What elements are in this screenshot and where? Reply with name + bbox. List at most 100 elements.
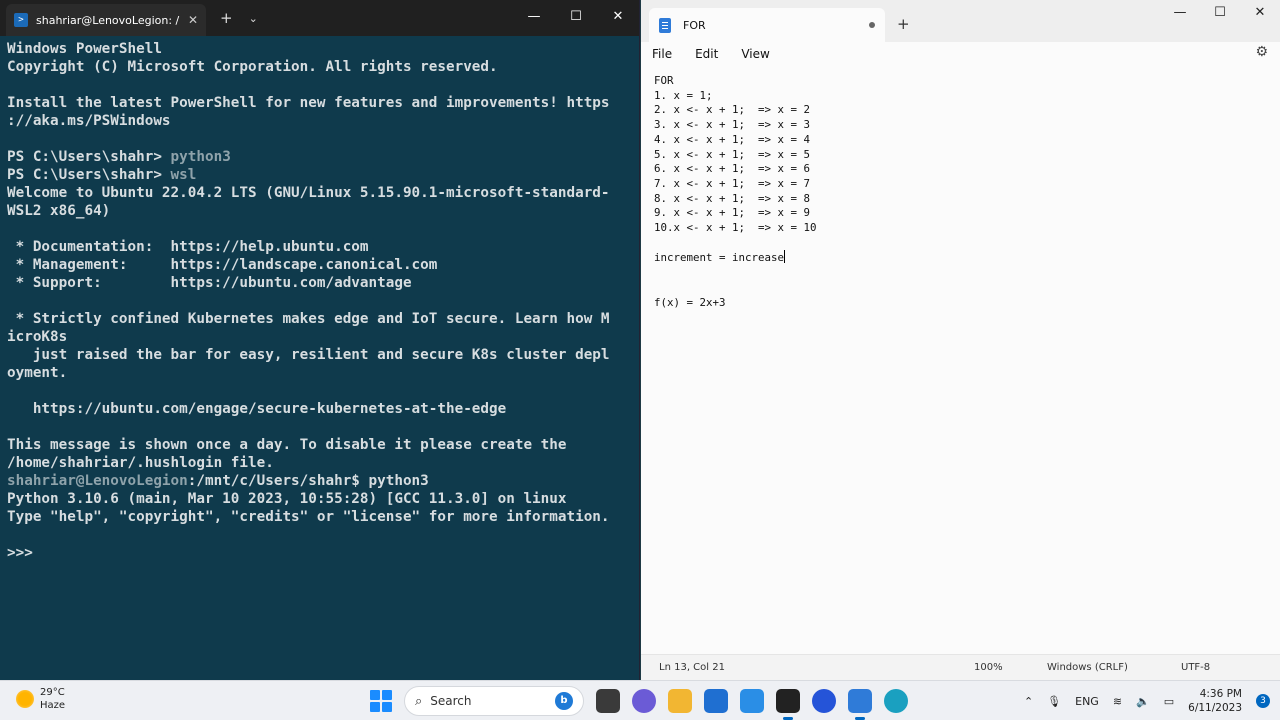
terminal-line: ://aka.ms/PSWindows <box>7 112 632 130</box>
close-button[interactable]: ✕ <box>1240 0 1280 26</box>
terminal-line: Install the latest PowerShell for new fe… <box>7 94 632 112</box>
terminal-line: * Support: https://ubuntu.com/advantage <box>7 274 632 292</box>
terminal-line: Windows PowerShell <box>7 40 632 58</box>
terminal-line-text: * Strictly confined Kubernetes makes edg… <box>7 311 610 327</box>
typed-command: python3 <box>170 149 231 165</box>
terminal-line-text: oyment. <box>7 365 68 381</box>
weather-desc: Haze <box>40 700 66 711</box>
search-icon: ⌕ <box>415 693 423 709</box>
search-box[interactable]: ⌕ Search b <box>404 686 584 716</box>
terminal-window[interactable]: > shahriar@LenovoLegion: /mn ✕ + ⌄ — ☐ ✕… <box>0 0 640 680</box>
gear-icon[interactable]: ⚙ <box>1255 44 1268 60</box>
editor-line-text: 3. x <- x + 1; => x = 3 <box>654 118 811 132</box>
terminal-tab[interactable]: > shahriar@LenovoLegion: /mn ✕ <box>6 4 206 36</box>
app-l-icon[interactable] <box>740 689 764 713</box>
editor-line: 1. x = 1; <box>654 89 1270 104</box>
chevron-up-icon[interactable]: ⌃ <box>1024 695 1033 708</box>
taskbar: 29°C Haze ⌕ Search b ⌃ 🎙 ENG ≋ 🔈 ▭ 4:36 … <box>0 680 1280 720</box>
editor-line-text: 10.x <- x + 1; => x = 10 <box>654 221 817 235</box>
bing-icon[interactable]: b <box>555 692 573 710</box>
menu-file[interactable]: File <box>652 47 672 61</box>
terminal-line <box>7 526 632 544</box>
editor-line-text: 7. x <- x + 1; => x = 7 <box>654 176 811 190</box>
editor-line: 2. x <- x + 1; => x = 2 <box>654 103 1270 118</box>
terminal-line-text: PS C:\Users\shahr> <box>7 149 171 165</box>
search-label: Search <box>430 694 472 708</box>
notepad-tab[interactable]: FOR <box>649 8 885 42</box>
terminal-line-text: * Support: https://ubuntu.com/advantage <box>7 275 412 291</box>
close-button[interactable]: ✕ <box>597 0 639 36</box>
terminal-line: This message is shown once a day. To dis… <box>7 436 632 454</box>
battery-icon[interactable]: ▭ <box>1164 695 1174 708</box>
notepad-titlebar: FOR + — ☐ ✕ <box>641 0 1280 42</box>
notepad-app-icon[interactable] <box>848 689 872 720</box>
text-caret <box>784 250 786 264</box>
editor-line <box>654 281 1270 296</box>
new-tab-button[interactable]: + <box>897 15 910 33</box>
terminal-output[interactable]: Windows PowerShell Copyright (C) Microsof… <box>0 36 639 566</box>
editor-line <box>654 236 1270 251</box>
zoom-icon[interactable] <box>812 689 836 713</box>
editor-line-text: 1. x = 1; <box>654 88 713 102</box>
menu-view[interactable]: View <box>741 47 769 61</box>
maximize-button[interactable]: ☐ <box>555 0 597 36</box>
terminal-line-text: :/mnt/c/Users/shahr$ python3 <box>187 473 429 489</box>
terminal-line: WSL2 x86_64) <box>7 202 632 220</box>
terminal-app-icon[interactable] <box>776 689 800 720</box>
editor-line-text: FOR <box>654 74 674 87</box>
wifi-icon[interactable]: ≋ <box>1113 695 1122 708</box>
start-button[interactable] <box>370 690 392 712</box>
language-indicator[interactable]: ENG <box>1075 695 1099 708</box>
terminal-line-text: * Documentation: https://help.ubuntu.com <box>7 239 369 255</box>
clock[interactable]: 4:36 PM 6/11/2023 <box>1188 687 1242 715</box>
microphone-icon[interactable]: 🎙 <box>1047 695 1061 708</box>
terminal-line: Copyright (C) Microsoft Corporation. All… <box>7 58 632 76</box>
terminal-line: icroK8s <box>7 328 632 346</box>
terminal-line: Welcome to Ubuntu 22.04.2 LTS (GNU/Linux… <box>7 184 632 202</box>
terminal-line-text: * Management: https://landscape.canonica… <box>7 257 438 273</box>
terminal-line: oyment. <box>7 364 632 382</box>
notepad-icon <box>659 17 671 33</box>
line-ending: Windows (CRLF) <box>1047 662 1128 673</box>
unsaved-dot-icon[interactable] <box>869 22 875 28</box>
system-tray: ⌃ 🎙 ENG ≋ 🔈 ▭ 4:36 PM 6/11/2023 3 <box>1024 681 1270 720</box>
terminal-line-text <box>7 293 16 309</box>
maximize-button[interactable]: ☐ <box>1200 0 1240 26</box>
weather-widget[interactable]: 29°C Haze <box>16 686 65 712</box>
task-view-icon[interactable] <box>596 689 620 713</box>
minimize-button[interactable]: — <box>513 0 555 36</box>
terminal-line: >>> <box>7 544 632 562</box>
teams-chat-icon[interactable] <box>632 689 656 713</box>
terminal-line: just raised the bar for easy, resilient … <box>7 346 632 364</box>
terminal-line-text <box>7 131 16 147</box>
volume-icon[interactable]: 🔈 <box>1136 695 1150 708</box>
menu-edit[interactable]: Edit <box>695 47 718 61</box>
chevron-down-icon[interactable]: ⌄ <box>249 12 258 25</box>
editor-line: 6. x <- x + 1; => x = 6 <box>654 162 1270 177</box>
terminal-line-text: WSL2 x86_64) <box>7 203 111 219</box>
editor-line: 4. x <- x + 1; => x = 4 <box>654 133 1270 148</box>
terminal-line-text <box>7 77 16 93</box>
notification-badge[interactable]: 3 <box>1256 694 1270 708</box>
terminal-line-text: Python 3.10.6 (main, Mar 10 2023, 10:55:… <box>7 491 567 507</box>
editor-line-text: 4. x <- x + 1; => x = 4 <box>654 132 811 146</box>
text-editor[interactable]: FOR 1. x = 1; 2. x <- x + 1; => x = 2 3. x … <box>654 74 1270 310</box>
tab-close-icon[interactable]: ✕ <box>188 13 198 27</box>
terminal-line-text: Install the latest PowerShell for new fe… <box>7 95 610 111</box>
editor-line-text <box>654 281 661 294</box>
store-icon[interactable] <box>704 689 728 713</box>
typed-command: wsl <box>170 167 197 183</box>
status-bar: Ln 13, Col 21 100% Windows (CRLF) UTF-8 <box>641 654 1280 680</box>
file-explorer-icon[interactable] <box>668 689 692 713</box>
notepad-window[interactable]: FOR + — ☐ ✕ File Edit View ⚙ FOR 1. x = 1… <box>641 0 1280 680</box>
minimize-button[interactable]: — <box>1160 0 1200 26</box>
editor-line-text <box>654 236 661 249</box>
editor-line-text: f(x) = 2x+3 <box>654 295 726 309</box>
terminal-line-text: Windows PowerShell <box>7 41 162 57</box>
terminal-line <box>7 220 632 238</box>
editor-line-text: 2. x <- x + 1; => x = 2 <box>654 103 811 117</box>
notepad-tab-title: FOR <box>683 18 706 32</box>
edge-icon[interactable] <box>884 689 908 713</box>
editor-line-text: 5. x <- x + 1; => x = 5 <box>654 147 811 161</box>
new-tab-button[interactable]: + <box>220 9 233 27</box>
